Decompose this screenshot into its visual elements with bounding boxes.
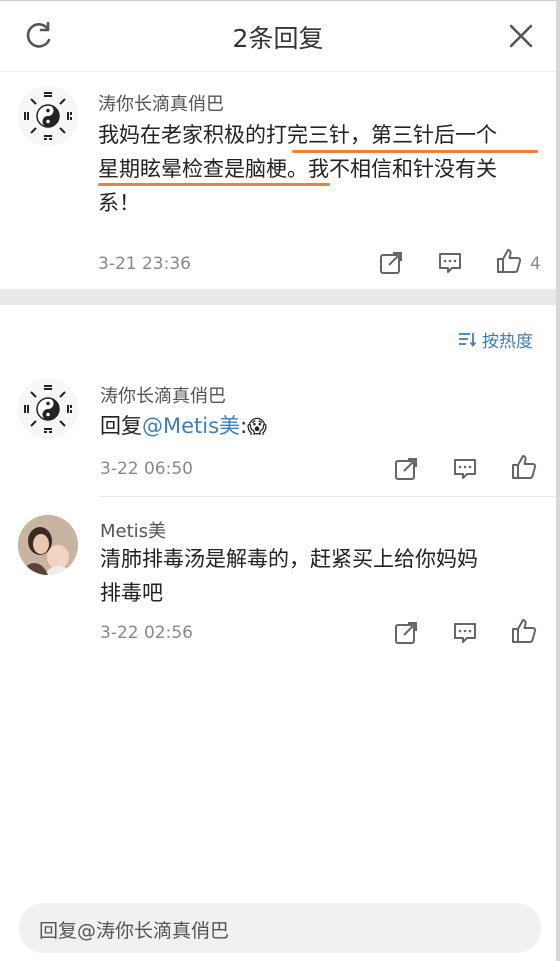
bagua-avatar-icon [19, 87, 77, 145]
top-bar: 2条回复 [0, 1, 556, 72]
comment-timestamp: 3-21 23:36 [98, 254, 191, 274]
photo-avatar-icon [18, 515, 78, 575]
reply-username[interactable]: Metis美 [100, 517, 166, 543]
comment-text-line-1: 我妈在老家积极的打完三针，第三针后一个 [98, 123, 497, 147]
sort-icon[interactable] [458, 330, 476, 348]
reply-timestamp: 3-22 02:56 [100, 623, 193, 643]
section-separator [0, 289, 556, 305]
highlight-underline [292, 150, 538, 153]
comment-icon[interactable] [437, 250, 463, 276]
comment-text-line-2: 星期眩晕检查是脑梗。我不相信和针没有关 [98, 157, 497, 181]
like-icon[interactable] [511, 618, 537, 644]
reply-username[interactable]: 涛你长滴真俏巴 [100, 382, 226, 408]
avatar[interactable] [18, 379, 78, 439]
like-icon[interactable] [496, 248, 522, 274]
reply-timestamp: 3-22 06:50 [100, 459, 193, 479]
page-title: 2条回复 [232, 24, 324, 53]
reply-input-placeholder: 回复@涛你长滴真俏巴 [39, 920, 230, 942]
highlight-underline [98, 183, 330, 186]
mention-link[interactable]: @Metis美 [142, 414, 240, 438]
avatar[interactable] [18, 515, 78, 575]
like-icon[interactable] [511, 454, 537, 480]
reply-text-line-2: 排毒吧 [100, 581, 163, 605]
like-count: 4 [530, 254, 541, 274]
scream-emoji: 😱 [247, 416, 267, 438]
share-icon[interactable] [393, 456, 419, 482]
comment-icon[interactable] [452, 456, 478, 482]
avatar[interactable] [18, 86, 78, 146]
reply-input[interactable]: 回复@涛你长滴真俏巴 [19, 903, 541, 953]
share-icon[interactable] [393, 620, 419, 646]
share-icon[interactable] [378, 250, 404, 276]
reply-prefix: 回复 [100, 414, 142, 438]
comment-username[interactable]: 涛你长滴真俏巴 [98, 90, 224, 116]
comment-icon[interactable] [452, 620, 478, 646]
comment-reply-panel: 2条回复 涛你长滴真俏巴 我妈在老家积极的打完三针，第三针后一个 星期眩晕检查是… [0, 0, 560, 961]
reply-text: 回复@Metis美:😱 [100, 409, 267, 444]
main-comment: 涛你长滴真俏巴 我妈在老家积极的打完三针，第三针后一个 星期眩晕检查是脑梗。我不… [0, 72, 556, 288]
reply-divider [100, 496, 556, 497]
comment-text-line-3: 系！ [98, 191, 140, 215]
close-icon[interactable] [506, 21, 536, 51]
bagua-avatar-icon [19, 380, 77, 438]
reply-text-line-1: 清肺排毒汤是解毒的，赶紧买上给你妈妈 [100, 547, 478, 571]
sort-button[interactable]: 按热度 [482, 327, 533, 352]
